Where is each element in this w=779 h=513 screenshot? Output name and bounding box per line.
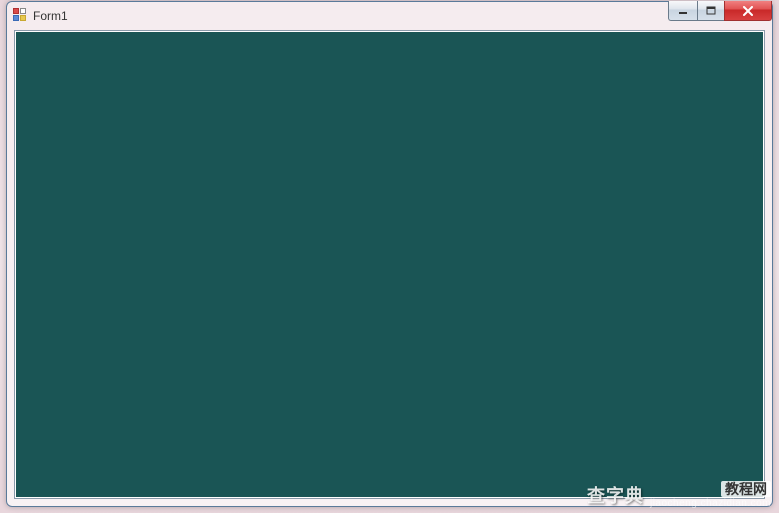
maximize-icon	[706, 6, 716, 16]
close-button[interactable]	[724, 1, 772, 21]
window-title: Form1	[33, 9, 68, 23]
minimize-button[interactable]	[668, 1, 697, 21]
close-icon	[742, 6, 754, 16]
window-control-buttons	[668, 1, 772, 21]
client-area	[14, 30, 765, 499]
content-panel	[16, 32, 763, 497]
maximize-button[interactable]	[697, 1, 724, 21]
app-icon	[13, 8, 29, 24]
minimize-icon	[678, 6, 688, 16]
title-bar[interactable]: Form1	[7, 2, 772, 30]
window-frame: Form1	[6, 1, 773, 507]
